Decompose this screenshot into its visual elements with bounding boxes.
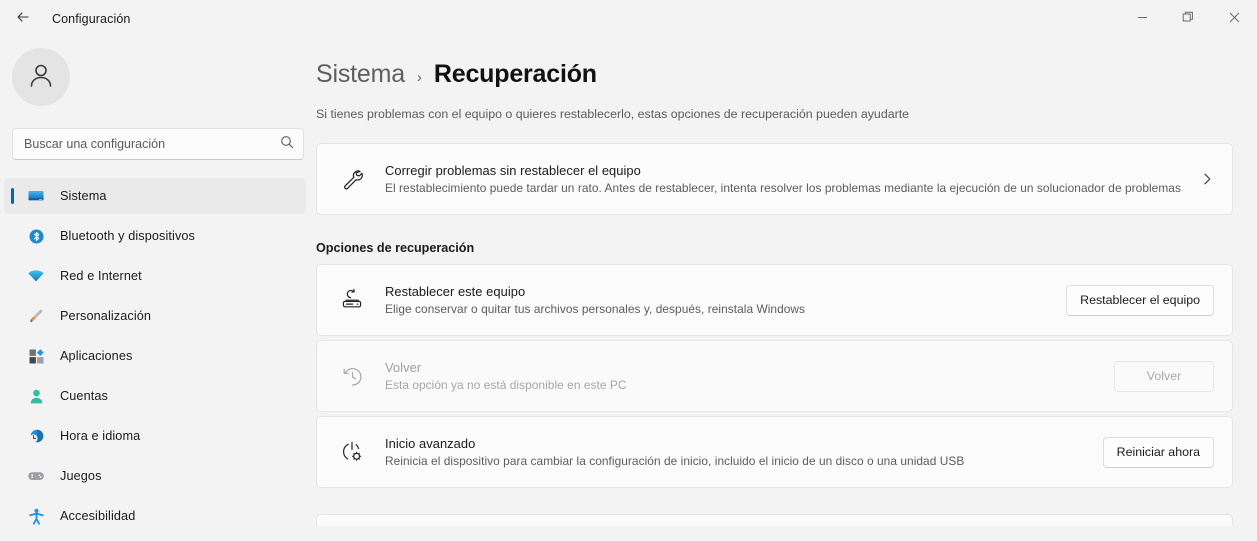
page-title: Recuperación — [433, 60, 597, 88]
window-body: Sistema Bluetooth y dispositivos — [0, 38, 1257, 541]
option-row-partial[interactable] — [316, 514, 1233, 526]
card-title: Volver — [385, 360, 422, 375]
wifi-icon — [26, 266, 46, 286]
avatar[interactable] — [12, 48, 70, 106]
card-subtitle: Esta opción ya no está disponible en est… — [385, 378, 627, 392]
breadcrumb-separator: › — [416, 69, 422, 86]
bluetooth-icon — [26, 226, 46, 246]
history-clock-icon — [335, 365, 369, 388]
gamepad-icon — [26, 466, 46, 486]
breadcrumb: Sistema › Recuperación — [316, 60, 1233, 89]
card-title: Restablecer este equipo — [385, 284, 526, 299]
back-button[interactable] — [6, 4, 40, 34]
reset-pc-icon — [335, 288, 369, 312]
minimize-button[interactable] — [1119, 0, 1165, 38]
card-subtitle: Elige conservar o quitar tus archivos pe… — [385, 302, 806, 316]
sidebar: Sistema Bluetooth y dispositivos — [0, 38, 316, 541]
search-icon[interactable] — [280, 135, 294, 154]
sidebar-item-label: Bluetooth y dispositivos — [60, 229, 195, 243]
sidebar-item-label: Red e Internet — [60, 269, 142, 283]
sidebar-item-label: Sistema — [60, 189, 107, 203]
sidebar-item-bluetooth-y-dispositivos[interactable]: Bluetooth y dispositivos — [4, 218, 306, 254]
power-gear-icon — [335, 440, 369, 464]
minimize-icon — [1137, 10, 1148, 28]
sidebar-item-label: Personalización — [60, 309, 152, 323]
search-box[interactable] — [12, 128, 304, 160]
sidebar-item-cuentas[interactable]: Cuentas — [4, 378, 306, 414]
search-container — [0, 106, 316, 160]
troubleshoot-card[interactable]: Corregir problemas sin restablecer el eq… — [316, 143, 1233, 215]
page-description: Si tienes problemas con el equipo o quie… — [316, 107, 910, 121]
sidebar-item-red-e-internet[interactable]: Red e Internet — [4, 258, 306, 294]
chevron-right-icon[interactable] — [1200, 172, 1214, 186]
card-subtitle: El restablecimiento puede tardar un rato… — [385, 181, 1181, 195]
avatar-container — [0, 38, 316, 106]
clock-globe-icon — [26, 426, 46, 446]
sidebar-item-label: Aplicaciones — [60, 349, 133, 363]
close-icon — [1229, 10, 1240, 28]
accessibility-icon — [26, 506, 46, 526]
option-row-inicio-avanzado: Inicio avanzado Reinicia el dispositivo … — [316, 416, 1233, 488]
window-controls — [1119, 0, 1257, 38]
option-row-volver: Volver Esta opción ya no está disponible… — [316, 340, 1233, 412]
user-avatar-icon — [25, 59, 57, 96]
maximize-button[interactable] — [1165, 0, 1211, 38]
breadcrumb-parent[interactable]: Sistema — [316, 60, 405, 89]
sidebar-item-aplicaciones[interactable]: Aplicaciones — [4, 338, 306, 374]
recovery-options-group: Restablecer este equipo Elige conservar … — [316, 264, 1233, 526]
sidebar-item-accesibilidad[interactable]: Accesibilidad — [4, 498, 306, 534]
card-title: Inicio avanzado — [385, 436, 476, 451]
restart-now-button[interactable]: Reiniciar ahora — [1102, 436, 1214, 468]
search-input[interactable] — [24, 137, 280, 151]
sidebar-nav: Sistema Bluetooth y dispositivos Red e I… — [0, 178, 316, 541]
sidebar-item-juegos[interactable]: Juegos — [4, 458, 306, 494]
wrench-icon — [335, 168, 369, 190]
settings-window: Configuración Buscar una configuración S… — [0, 0, 1257, 541]
sidebar-item-label: Hora e idioma — [60, 429, 141, 443]
option-row-restablecer-este-equipo: Restablecer este equipo Elige conservar … — [316, 264, 1233, 336]
main-content: Sistema › Recuperación Si tienes problem… — [316, 38, 1257, 541]
sidebar-item-sistema[interactable]: Sistema — [4, 178, 306, 214]
reset-pc-button[interactable]: Restablecer el equipo — [1066, 284, 1214, 316]
monitor-icon — [26, 186, 46, 206]
paintbrush-icon — [26, 306, 46, 326]
person-icon — [26, 386, 46, 406]
section-title: Opciones de recuperación — [316, 241, 475, 255]
apps-icon — [26, 346, 46, 366]
close-button[interactable] — [1211, 0, 1257, 38]
title-bar: Configuración — [0, 0, 1257, 38]
restore-icon — [1182, 10, 1194, 28]
sidebar-item-label: Cuentas — [60, 389, 108, 403]
sidebar-item-label: Accesibilidad — [60, 509, 136, 523]
sidebar-item-label: Juegos — [60, 469, 102, 483]
app-title: Configuración — [52, 12, 131, 26]
card-subtitle: Reinicia el dispositivo para cambiar la … — [385, 454, 965, 468]
sidebar-item-hora-e-idioma[interactable]: Hora e idioma — [4, 418, 306, 454]
card-title: Corregir problemas sin restablecer el eq… — [385, 163, 641, 178]
back-arrow-icon — [15, 9, 31, 30]
go-back-button: Volver — [1114, 360, 1214, 392]
sidebar-item-personalizacion[interactable]: Personalización — [4, 298, 306, 334]
